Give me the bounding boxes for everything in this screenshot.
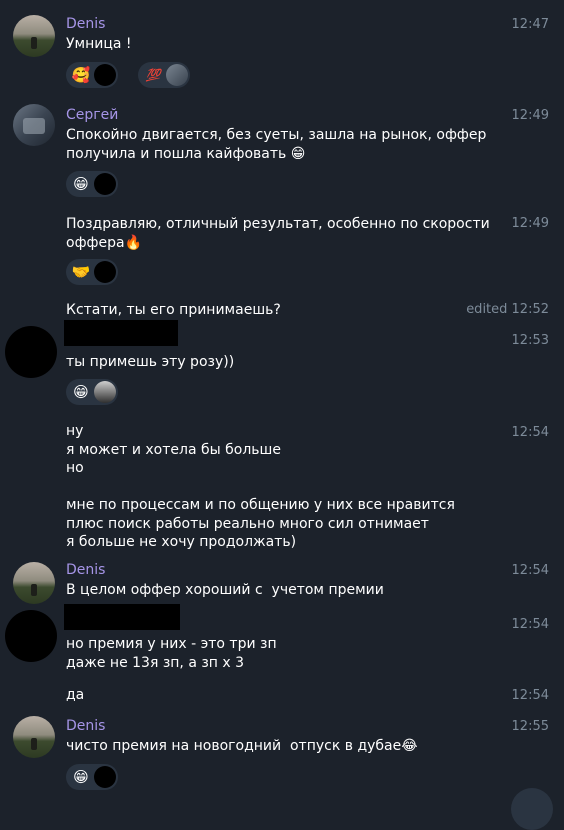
message-time: 12:47 (511, 17, 549, 32)
message-text: но премия у них - это три зп даже не 13я… (66, 636, 277, 671)
avatar-denis[interactable] (13, 562, 55, 604)
reaction-handshake[interactable]: 🤝 (66, 259, 118, 285)
avatar-redacted[interactable] (5, 326, 57, 378)
fire-emoji-icon: 🔥 (124, 235, 143, 251)
reaction-heart-eyes[interactable]: 🥰 (66, 62, 118, 88)
reaction-hundred[interactable]: 💯 (138, 62, 190, 88)
message-time: 12:55 (511, 719, 549, 734)
avatar-denis[interactable] (13, 15, 55, 57)
avatar-sergey[interactable] (13, 104, 55, 146)
reactor-avatar (94, 64, 116, 86)
message-time-edited: edited 12:52 (466, 302, 549, 317)
message-text: Поздравляю, отличный результат, особенно… (66, 215, 496, 253)
hundred-points-emoji-icon: 💯 (145, 68, 161, 82)
redacted-name (64, 320, 178, 346)
message-time: 12:54 (511, 563, 549, 578)
grin-emoji-icon: 😁 (73, 383, 89, 401)
message-time: 12:49 (511, 108, 549, 123)
message-time: 12:53 (511, 333, 549, 348)
grin-emoji-icon: 😁 (290, 146, 306, 162)
message-time: 12:54 (511, 425, 549, 440)
message-time: 12:49 (511, 216, 549, 231)
message-text: ну я может и хотела бы больше но мне по … (66, 423, 455, 550)
reaction-grin[interactable]: 😁 (66, 379, 118, 405)
message-time: 12:54 (511, 617, 549, 632)
message-text: ты примешь эту розу)) (66, 354, 235, 370)
message-text-body: Спокойно двигается, без суеты, зашла на … (66, 127, 487, 162)
avatar-denis[interactable] (13, 716, 55, 758)
tears-of-joy-emoji-icon: 😂 (401, 738, 418, 754)
message-text-body: чисто премия на новогодний отпуск в дуба… (66, 738, 402, 754)
sender-name[interactable]: Denis (66, 16, 105, 33)
message-text: Спокойно двигается, без суеты, зашла на … (66, 126, 496, 164)
smiling-hearts-emoji-icon: 🥰 (71, 66, 91, 84)
grin-emoji-icon: 😁 (73, 175, 89, 193)
avatar-redacted[interactable] (5, 610, 57, 662)
message-text: В целом оффер хороший с учетом премии (66, 582, 384, 598)
sender-name[interactable]: Сергей (66, 107, 118, 124)
message-text: чисто премия на новогодний отпуск в дуба… (66, 737, 496, 756)
grin-emoji-icon: 😁 (73, 768, 89, 786)
sender-name[interactable]: Denis (66, 562, 105, 579)
reactor-avatar (94, 766, 116, 788)
message-time: 12:54 (511, 688, 549, 703)
redacted-name (64, 604, 180, 630)
reactor-avatar (94, 261, 116, 283)
reactor-avatar (94, 173, 116, 195)
reaction-grin[interactable]: 😁 (66, 764, 118, 790)
reactor-avatar (94, 381, 116, 403)
message-text: Кстати, ты его принимаешь? (66, 302, 281, 318)
sender-name[interactable]: Denis (66, 718, 105, 735)
handshake-emoji-icon: 🤝 (71, 263, 91, 281)
reaction-grin[interactable]: 😁 (66, 171, 118, 197)
message-text: да (66, 687, 85, 703)
reactor-avatar (166, 64, 188, 86)
message-text: Умница ! (66, 36, 132, 52)
scroll-down-button[interactable] (511, 788, 553, 830)
